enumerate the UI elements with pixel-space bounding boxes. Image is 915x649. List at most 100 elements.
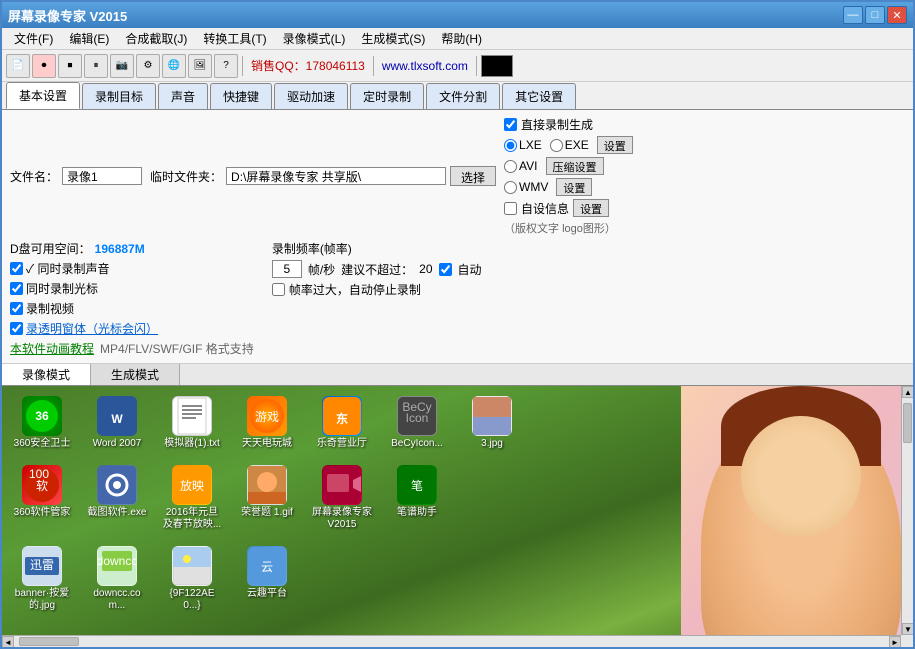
tab-hotkey[interactable]: 快捷键 <box>210 83 272 109</box>
avi-radio-label: AVI <box>504 159 537 173</box>
icon-cloud[interactable]: 云 云趣平台 <box>237 546 297 612</box>
icon-app-img: 东 <box>322 396 362 436</box>
filename-section: 文件名： <box>10 116 142 236</box>
select-folder-button[interactable]: 选择 <box>450 166 496 186</box>
record-cursor-checkbox[interactable] <box>10 282 23 295</box>
icon-banner-img: 迅雷 <box>22 546 62 586</box>
transparent-checkbox[interactable] <box>10 322 23 335</box>
scrollbar-horizontal[interactable]: ◄ ► <box>2 635 901 647</box>
icon-txt-img <box>172 396 212 436</box>
tab-timer[interactable]: 定时录制 <box>350 83 424 109</box>
scroll-v-track[interactable] <box>902 398 913 623</box>
icon-game[interactable]: 游戏 天天电玩城 <box>237 396 297 450</box>
avi-radio[interactable] <box>504 160 517 173</box>
auto-checkbox[interactable] <box>439 263 452 276</box>
tab-sound[interactable]: 声音 <box>158 83 208 109</box>
scroll-v-thumb[interactable] <box>903 403 912 443</box>
exe-label: EXE <box>565 138 589 152</box>
wmv-row: WMV 设置 <box>504 178 634 196</box>
scroll-h-track[interactable] <box>14 636 889 647</box>
freq-input[interactable] <box>272 260 302 278</box>
maximize-button[interactable]: □ <box>865 6 885 24</box>
icon-screenshot-label: 截图软件.exe <box>88 507 147 519</box>
svg-text:downcc: downcc <box>98 554 136 568</box>
temp-folder-input[interactable] <box>226 167 446 185</box>
icon-2016[interactable]: 放映 2016年元旦及春节放映... <box>162 465 222 531</box>
icon-screenshot[interactable]: 截图软件.exe <box>87 465 147 531</box>
tab-driver[interactable]: 驱动加速 <box>274 83 348 109</box>
record-sound-row: ✓ 同时录制声音 <box>10 260 254 277</box>
icon-photo-img <box>172 546 212 586</box>
icon-recorder[interactable]: 屏幕录像专家 V2015 <box>312 465 372 531</box>
icon-jpg3[interactable]: 3.jpg <box>462 396 522 450</box>
menu-record-mode[interactable]: 录像模式(L) <box>275 28 354 49</box>
toolbar-image[interactable]: 🖼 <box>188 54 212 78</box>
toolbar-globe[interactable]: 🌐 <box>162 54 186 78</box>
toolbar-record[interactable]: ⏺ <box>32 54 56 78</box>
icon-word2007[interactable]: W Word 2007 <box>87 396 147 450</box>
close-button[interactable]: ✕ <box>887 6 907 24</box>
icon-banner[interactable]: 迅雷 banner·按爱的.jpg <box>12 546 72 612</box>
menu-generate-mode[interactable]: 生成模式(S) <box>353 28 433 49</box>
direct-record-checkbox[interactable] <box>504 118 517 131</box>
record-sound-checkbox[interactable] <box>10 262 23 275</box>
menu-file[interactable]: 文件(F) <box>6 28 61 49</box>
watermark-checkbox[interactable] <box>504 202 517 215</box>
mode-tab-record[interactable]: 录像模式 <box>2 364 91 385</box>
icon-txt-sim[interactable]: 模拟器(1).txt <box>162 396 222 450</box>
icon-downcc[interactable]: downcc downcc.com... <box>87 546 147 612</box>
scroll-up-button[interactable]: ▲ <box>902 386 913 398</box>
menu-composite[interactable]: 合成截取(J) <box>117 28 195 49</box>
transparent-link[interactable]: 录透明窗体（光标会闪） <box>26 320 158 337</box>
tab-record-target[interactable]: 录制目标 <box>82 83 156 109</box>
icon-photo[interactable]: {9F122AE0...} <box>162 546 222 612</box>
icon-hua[interactable]: 荣誉题 1.gif <box>237 465 297 531</box>
toolbar-url[interactable]: www.tlxsoft.com <box>378 59 472 73</box>
tab-split[interactable]: 文件分割 <box>426 83 500 109</box>
icon-app[interactable]: 东 乐奇营业厅 <box>312 396 372 450</box>
scroll-down-button[interactable]: ▼ <box>902 623 913 635</box>
tab-basic-settings[interactable]: 基本设置 <box>6 82 80 109</box>
right-panel: 直接录制生成 LXE EXE 设置 <box>504 116 634 236</box>
menu-help[interactable]: 帮助(H) <box>433 28 490 49</box>
filename-input[interactable] <box>62 167 142 185</box>
watermark-settings-button[interactable]: 设置 <box>573 199 609 217</box>
toolbar-pause[interactable]: ⏸ <box>84 54 108 78</box>
icon-recorder-label: 屏幕录像专家 V2015 <box>312 507 372 531</box>
toolbar-separator <box>242 56 243 76</box>
toolbar-stop[interactable]: ⏹ <box>58 54 82 78</box>
menu-convert[interactable]: 转换工具(T) <box>195 28 274 49</box>
temp-folder-section: 临时文件夹： 选择 <box>150 116 496 236</box>
toolbar-qq: 销售QQ：178046113 <box>247 57 369 74</box>
mode-tab-generate[interactable]: 生成模式 <box>91 364 180 385</box>
scroll-left-button[interactable]: ◄ <box>2 636 14 647</box>
minimize-button[interactable]: — <box>843 6 863 24</box>
compress-button[interactable]: 压缩设置 <box>546 157 604 175</box>
scroll-right-button[interactable]: ► <box>889 636 901 647</box>
settings2-button[interactable]: 设置 <box>556 178 592 196</box>
lxe-label: LXE <box>519 138 542 152</box>
toolbar-help-icon[interactable]: ? <box>214 54 238 78</box>
freq-label: 录制频率(帧率) <box>272 240 482 257</box>
toolbar-new[interactable]: 📄 <box>6 54 30 78</box>
tab-other[interactable]: 其它设置 <box>502 83 576 109</box>
icon-recorder-img <box>322 465 362 505</box>
exe-radio[interactable] <box>550 139 563 152</box>
scroll-h-thumb[interactable] <box>19 637 79 646</box>
icon-bispectral[interactable]: 笔 笔谱助手 <box>387 465 447 531</box>
scrollbar-vertical[interactable]: ▲ ▼ <box>901 386 913 635</box>
record-video-checkbox[interactable] <box>10 302 23 315</box>
lxe-radio[interactable] <box>504 139 517 152</box>
menu-edit[interactable]: 编辑(E) <box>61 28 117 49</box>
wmv-radio[interactable] <box>504 181 517 194</box>
icon-360soft[interactable]: 软100 360软件管家 <box>12 465 72 531</box>
tutorial-link[interactable]: 本软件动画教程 <box>10 340 94 357</box>
auto-stop-checkbox[interactable] <box>272 283 285 296</box>
icon-360-security[interactable]: 36 360安全卫士 <box>12 396 72 450</box>
icon-becy[interactable]: BeCyIcon BeCyIcon... <box>387 396 447 450</box>
settings1-button[interactable]: 设置 <box>597 136 633 154</box>
toolbar-camera[interactable]: 📷 <box>110 54 134 78</box>
icon-downcc-label: downcc.com... <box>87 588 147 612</box>
icon-txt-label: 模拟器(1).txt <box>164 438 220 450</box>
toolbar-settings-icon[interactable]: ⚙ <box>136 54 160 78</box>
